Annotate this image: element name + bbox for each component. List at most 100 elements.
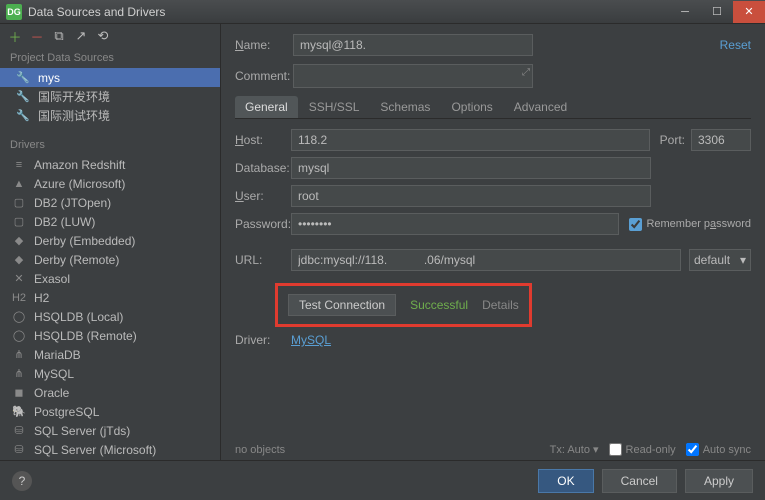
host-label: Host: [235, 133, 291, 147]
expand-icon[interactable]: ⤢ [522, 67, 530, 78]
password-input[interactable] [291, 213, 619, 235]
driver-item[interactable]: ⛁ SQL Server (Microsoft) [0, 440, 220, 459]
datasource-item[interactable]: 🔧 mys [0, 68, 220, 87]
details-link[interactable]: Details [482, 298, 519, 312]
connection-success-text: Successful [410, 298, 468, 312]
reset-link[interactable]: Reset [720, 38, 751, 52]
wrench-icon: 🔧 [16, 90, 30, 103]
datasource-item[interactable]: 🔧 国际开发环境 [0, 87, 220, 106]
tab-advanced[interactable]: Advanced [504, 96, 577, 118]
app-icon: DG [6, 4, 22, 20]
driver-item[interactable]: H2H2 [0, 288, 220, 307]
database-input[interactable] [291, 157, 651, 179]
driver-item[interactable]: 🐘 PostgreSQL [0, 402, 220, 421]
driver-label: DB2 (JTOpen) [34, 196, 111, 210]
test-connection-highlight: Test Connection Successful Details [275, 283, 532, 327]
user-input[interactable] [291, 185, 651, 207]
db-icon: ▢ [12, 215, 26, 228]
tx-auto-text[interactable]: Tx: Auto ▾ [550, 443, 599, 456]
driver-label: SQL Server (Microsoft) [34, 443, 156, 457]
driver-item[interactable]: ≡Amazon Redshift [0, 155, 220, 174]
add-icon[interactable]: ＋ [8, 29, 22, 43]
db-icon: ⛁ [12, 424, 26, 437]
driver-link[interactable]: MySQL [291, 333, 331, 347]
user-label: User: [235, 189, 291, 203]
driver-item[interactable]: ▲Azure (Microsoft) [0, 174, 220, 193]
db-icon: ◯ [12, 329, 26, 342]
tab-general[interactable]: General [235, 96, 298, 118]
tab-ssh[interactable]: SSH/SSL [299, 96, 370, 118]
ok-button[interactable]: OK [538, 469, 593, 493]
driver-label: Oracle [34, 386, 69, 400]
db-icon: ◆ [12, 234, 26, 247]
driver-label: SQL Server (jTds) [34, 424, 130, 438]
datasource-label: 国际测试环境 [38, 107, 110, 124]
apply-button[interactable]: Apply [685, 469, 753, 493]
url-default-dropdown[interactable]: default ▾ [689, 249, 751, 271]
driver-item[interactable]: ⋔ MySQL [0, 364, 220, 383]
copy-icon[interactable]: ⧉ [52, 29, 66, 43]
sidebar: ＋ － ⧉ ↗ ⟲ Project Data Sources 🔧 mys 🔧 国… [0, 24, 221, 460]
password-label: Password: [235, 217, 291, 231]
driver-item[interactable]: ◯HSQLDB (Local) [0, 307, 220, 326]
minimize-button[interactable]: ─ [669, 1, 701, 23]
port-input[interactable] [691, 129, 751, 151]
db-icon: ⛁ [12, 443, 26, 456]
remember-checkbox-input[interactable] [629, 218, 642, 231]
db-icon: ◼ [12, 386, 26, 399]
url-input[interactable] [291, 249, 681, 271]
driver-item[interactable]: ◆ Derby (Embedded) [0, 231, 220, 250]
sidebar-toolbar: ＋ － ⧉ ↗ ⟲ [0, 24, 220, 48]
wrench-icon: 🔧 [16, 71, 30, 84]
auto-sync-checkbox[interactable]: Auto sync [686, 443, 751, 456]
name-input[interactable] [293, 34, 533, 56]
maximize-button[interactable]: ☐ [701, 1, 733, 23]
refresh-icon[interactable]: ⟲ [96, 29, 110, 43]
driver-label: Amazon Redshift [34, 158, 125, 172]
driver-item[interactable]: ⛁ SQL Server (jTds) [0, 421, 220, 440]
driver-label: HSQLDB (Remote) [34, 329, 137, 343]
db-icon: ⋔ [12, 367, 26, 380]
db-icon: 🐘 [12, 405, 26, 418]
driver-item[interactable]: ▢DB2 (LUW) [0, 212, 220, 231]
cancel-button[interactable]: Cancel [602, 469, 677, 493]
driver-label: PostgreSQL [34, 405, 99, 419]
driver-item[interactable]: ◼ Oracle [0, 383, 220, 402]
db-icon: ⋔ [12, 348, 26, 361]
driver-label: Driver: [235, 333, 291, 347]
db-icon: ◆ [12, 253, 26, 266]
comment-input[interactable]: ⤢ [293, 64, 533, 88]
tab-schemas[interactable]: Schemas [370, 96, 440, 118]
tabs: General SSH/SSL Schemas Options Advanced [235, 96, 751, 119]
datasource-label: mys [38, 71, 60, 85]
driver-label: H2 [34, 291, 49, 305]
goto-icon[interactable]: ↗ [74, 29, 88, 43]
driver-item[interactable]: ◆Derby (Remote) [0, 250, 220, 269]
window-title: Data Sources and Drivers [28, 5, 165, 19]
driver-item[interactable]: ◯ HSQLDB (Remote) [0, 326, 220, 345]
driver-item[interactable]: ⋔MariaDB [0, 345, 220, 364]
close-button[interactable]: ✕ [733, 1, 765, 23]
drivers-list: ≡Amazon Redshift ▲Azure (Microsoft) ▢DB2… [0, 155, 220, 459]
tab-options[interactable]: Options [441, 96, 502, 118]
section-project-header: Project Data Sources [0, 48, 220, 68]
driver-item[interactable]: ✕Exasol [0, 269, 220, 288]
test-connection-button[interactable]: Test Connection [288, 294, 396, 316]
db-icon: ✕ [12, 272, 26, 285]
driver-label: MySQL [34, 367, 74, 381]
remove-icon[interactable]: － [30, 29, 44, 43]
host-input[interactable] [291, 129, 650, 151]
section-drivers-header: Drivers [0, 135, 220, 155]
driver-label: Derby (Embedded) [34, 234, 135, 248]
driver-label: HSQLDB (Local) [34, 310, 123, 324]
help-button[interactable]: ? [12, 471, 32, 491]
name-label: Name: [235, 38, 293, 52]
read-only-checkbox[interactable]: Read-only [609, 443, 676, 456]
port-label: Port: [660, 133, 685, 147]
bottom-status-bar: no objects Tx: Auto ▾ Read-only Auto syn… [235, 443, 751, 456]
remember-password-checkbox[interactable]: Remember password [629, 218, 751, 231]
main-panel: Name: Reset Comment: ⤢ General SSH/SSL S… [221, 24, 765, 460]
url-label: URL: [235, 253, 291, 267]
datasource-item[interactable]: 🔧 国际测试环境 [0, 106, 220, 125]
driver-item[interactable]: ▢DB2 (JTOpen) [0, 193, 220, 212]
